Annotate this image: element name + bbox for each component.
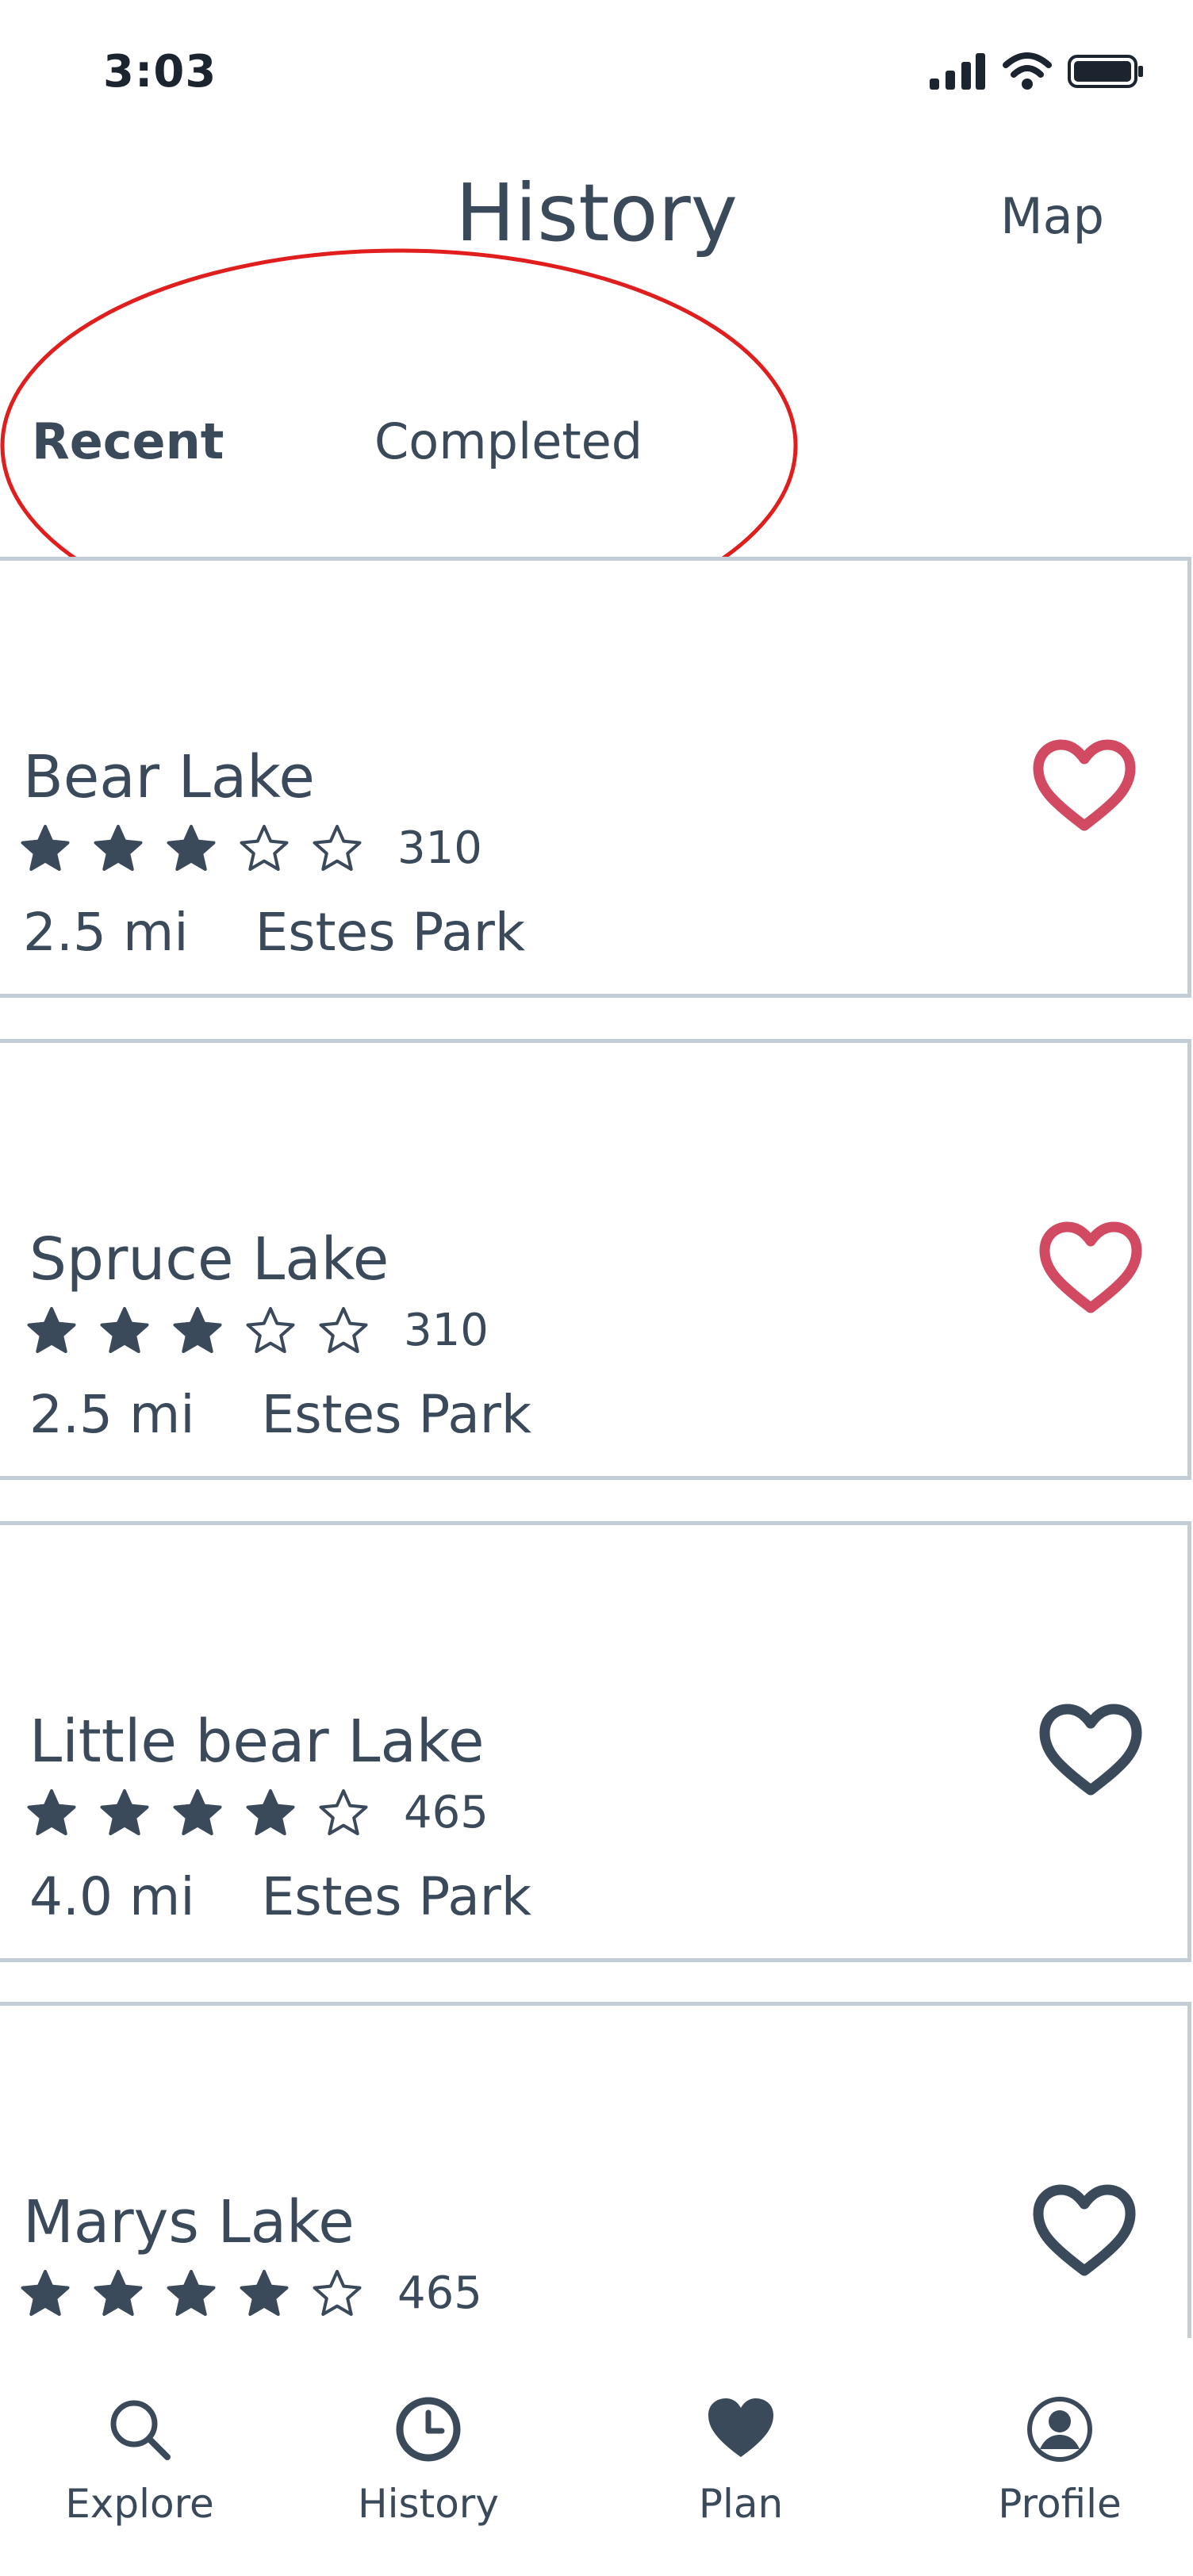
bottom-nav: Explore History Plan Profile (0, 2338, 1193, 2576)
hike-name: Little bear Lake (29, 1708, 485, 1776)
search-icon (110, 2400, 171, 2460)
nav-label: Profile (998, 2481, 1122, 2527)
tab-completed[interactable]: Completed (374, 412, 643, 470)
stars (26, 1788, 391, 1838)
nav-explore[interactable]: Explore (21, 2394, 259, 2527)
stars (26, 1305, 391, 1356)
status-icons (928, 52, 1144, 90)
hike-distance: 2.5 mi (29, 1384, 195, 1445)
star-filled-icon (21, 824, 70, 871)
star-filled-icon (173, 1788, 222, 1835)
favorite-heart-icon[interactable] (1035, 1217, 1146, 1317)
favorite-heart-icon[interactable] (1029, 735, 1140, 835)
nav-label: History (358, 2481, 499, 2527)
nav-history[interactable]: History (309, 2394, 547, 2527)
star-filled-icon (94, 2269, 143, 2316)
star-filled-icon (240, 2269, 289, 2316)
star-filled-icon (27, 1306, 76, 1353)
favorite-heart-icon[interactable] (1029, 2180, 1140, 2280)
hike-distance: 4.0 mi (29, 1866, 195, 1927)
star-filled-icon (94, 824, 143, 871)
heart-icon (708, 2398, 773, 2457)
battery-icon (1068, 55, 1143, 88)
review-count: 465 (397, 2267, 482, 2319)
favorite-heart-icon[interactable] (1035, 1700, 1146, 1800)
status-time: 3:03 (103, 46, 217, 98)
stars (20, 2268, 385, 2319)
hike-meta: 2.5 mi Estes Park (23, 902, 525, 963)
review-count: 310 (397, 822, 482, 874)
hike-meta: 4.0 mi Estes Park (29, 1866, 531, 1927)
hike-card[interactable]: Spruce Lake 310 2.5 mi Estes Park (0, 1039, 1191, 1480)
star-filled-icon (167, 2269, 216, 2316)
nav-label: Explore (65, 2481, 214, 2527)
user-circle-icon (1027, 2397, 1092, 2462)
star-outline-icon (313, 2269, 362, 2316)
stars (20, 823, 385, 874)
star-outline-icon (319, 1306, 368, 1353)
star-filled-icon (167, 824, 216, 871)
star-rating: 310 (20, 822, 482, 874)
star-outline-icon (246, 1306, 295, 1353)
star-outline-icon (319, 1788, 368, 1835)
hike-card[interactable]: Little bear Lake 465 4.0 mi Estes Park (0, 1521, 1191, 1962)
tab-recent[interactable]: Recent (32, 412, 224, 470)
hike-meta: 2.5 mi Estes Park (29, 1384, 531, 1445)
nav-profile[interactable]: Profile (941, 2394, 1179, 2527)
hike-location: Estes Park (261, 1866, 532, 1927)
nav-plan[interactable]: Plan (622, 2394, 860, 2527)
hike-card[interactable]: Bear Lake 310 2.5 mi Estes Park (0, 557, 1191, 998)
hike-name: Marys Lake (23, 2188, 355, 2256)
review-count: 465 (404, 1787, 489, 1838)
hike-name: Spruce Lake (29, 1225, 389, 1294)
star-filled-icon (100, 1788, 149, 1835)
star-rating: 465 (20, 2267, 482, 2319)
star-outline-icon (240, 824, 289, 871)
star-rating: 465 (26, 1787, 489, 1838)
hike-name: Bear Lake (23, 743, 315, 811)
star-filled-icon (246, 1788, 295, 1835)
clock-icon (396, 2397, 461, 2462)
star-filled-icon (21, 2269, 70, 2316)
star-outline-icon (313, 824, 362, 871)
hike-location: Estes Park (255, 902, 526, 963)
hike-distance: 2.5 mi (23, 902, 189, 963)
star-rating: 310 (26, 1305, 489, 1356)
star-filled-icon (100, 1306, 149, 1353)
map-button[interactable]: Map (1000, 187, 1104, 245)
star-filled-icon (173, 1306, 222, 1353)
history-screen: 3:03 History Map Recent Completed Bear L… (0, 0, 1193, 2576)
hike-location: Estes Park (261, 1384, 532, 1445)
nav-label: Plan (698, 2481, 784, 2527)
signal-icon (930, 53, 985, 90)
review-count: 310 (404, 1305, 489, 1356)
star-filled-icon (27, 1788, 76, 1835)
wifi-icon (1003, 52, 1052, 90)
